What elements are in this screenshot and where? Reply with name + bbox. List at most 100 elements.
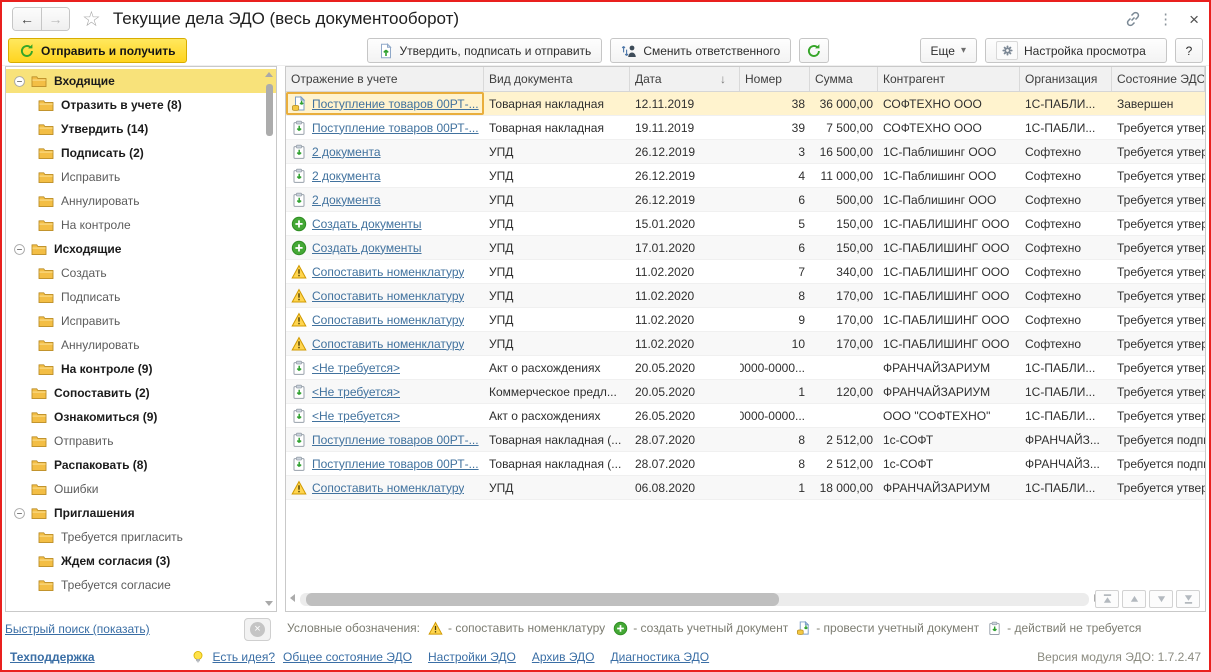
sidebar-item[interactable]: Исправить bbox=[6, 165, 276, 189]
sidebar-item[interactable]: Отправить bbox=[6, 429, 276, 453]
sidebar-item[interactable]: Исходящие bbox=[6, 237, 276, 261]
document-link[interactable]: Поступление товаров 00РТ-... bbox=[312, 433, 479, 447]
tree-scrollbar-thumb[interactable] bbox=[266, 84, 273, 136]
column-header[interactable]: Состояние ЭДО bbox=[1112, 67, 1205, 91]
table-row[interactable]: Сопоставить номенклатуруУПД11.02.2020817… bbox=[286, 284, 1205, 308]
refresh-button[interactable] bbox=[799, 38, 829, 63]
sidebar-item[interactable]: Требуется согласие bbox=[6, 573, 276, 597]
table-row[interactable]: Сопоставить номенклатуруУПД11.02.2020734… bbox=[286, 260, 1205, 284]
sidebar-item[interactable]: Сопоставить (2) bbox=[6, 381, 276, 405]
edo-state-cell: Требуется утверждение bbox=[1112, 332, 1205, 355]
change-responsible-button[interactable]: Сменить ответственного bbox=[610, 38, 791, 63]
table-row[interactable]: Создать документыУПД15.01.20205150,001С-… bbox=[286, 212, 1205, 236]
sidebar-item[interactable]: Распаковать (8) bbox=[6, 453, 276, 477]
sidebar-item[interactable]: Аннулировать bbox=[6, 189, 276, 213]
sidebar-item[interactable]: Ждем согласия (3) bbox=[6, 549, 276, 573]
quick-search-clear-button[interactable]: × bbox=[244, 618, 271, 641]
footer-link[interactable]: Диагностика ЭДО bbox=[611, 650, 710, 664]
document-link[interactable]: 2 документа bbox=[312, 169, 381, 183]
favorite-star-icon[interactable]: ☆ bbox=[82, 9, 101, 30]
table-row[interactable]: Сопоставить номенклатуруУПД11.02.2020917… bbox=[286, 308, 1205, 332]
document-link[interactable]: 2 документа bbox=[312, 193, 381, 207]
send-receive-button[interactable]: Отправить и получить bbox=[8, 38, 187, 63]
column-header[interactable]: Вид документа bbox=[484, 67, 630, 91]
document-link[interactable]: Создать документы bbox=[312, 241, 422, 255]
document-link[interactable]: Поступление товаров 00РТ-... bbox=[312, 457, 479, 471]
horizontal-scrollbar[interactable] bbox=[300, 593, 1089, 606]
table-row[interactable]: 2 документаУПД26.12.2019316 500,001С-Паб… bbox=[286, 140, 1205, 164]
sidebar-item[interactable]: Ошибки bbox=[6, 477, 276, 501]
table-row[interactable]: Поступление товаров 00РТ-...Товарная нак… bbox=[286, 452, 1205, 476]
column-header[interactable]: Отражение в учете bbox=[286, 67, 484, 91]
more-menu-icon[interactable]: ⋮ bbox=[1158, 12, 1173, 27]
sidebar-item[interactable]: На контроле (9) bbox=[6, 357, 276, 381]
document-link[interactable]: Сопоставить номенклатуру bbox=[312, 313, 464, 327]
sidebar-item[interactable]: Ознакомиться (9) bbox=[6, 405, 276, 429]
help-button[interactable]: ? bbox=[1175, 38, 1203, 63]
footer-link[interactable]: Настройки ЭДО bbox=[428, 650, 516, 664]
sidebar-item[interactable]: Приглашения bbox=[6, 501, 276, 525]
table-row[interactable]: <Не требуется>Коммерческое предл...20.05… bbox=[286, 380, 1205, 404]
sidebar-item[interactable]: Исправить bbox=[6, 309, 276, 333]
document-link[interactable]: Сопоставить номенклатуру bbox=[312, 289, 464, 303]
column-header[interactable]: Номер bbox=[740, 67, 810, 91]
column-header[interactable]: Контрагент bbox=[878, 67, 1020, 91]
scroll-left-icon[interactable] bbox=[290, 594, 295, 602]
go-up-button[interactable] bbox=[1122, 590, 1146, 608]
sidebar-item[interactable]: Подписать (2) bbox=[6, 141, 276, 165]
document-link[interactable]: 2 документа bbox=[312, 145, 381, 159]
footer-link[interactable]: Архив ЭДО bbox=[532, 650, 595, 664]
sidebar-item[interactable]: Утвердить (14) bbox=[6, 117, 276, 141]
more-button[interactable]: Еще ▾ bbox=[920, 38, 977, 63]
sidebar-item[interactable]: Отразить в учете (8) bbox=[6, 93, 276, 117]
sidebar-item[interactable]: Требуется пригласить bbox=[6, 525, 276, 549]
organization-cell: Софтехно bbox=[1020, 308, 1112, 331]
go-first-button[interactable] bbox=[1095, 590, 1119, 608]
close-icon[interactable]: × bbox=[1189, 11, 1199, 28]
idea-link[interactable]: Есть идея? bbox=[212, 650, 275, 664]
document-link[interactable]: Сопоставить номенклатуру bbox=[312, 481, 464, 495]
scroll-down-icon[interactable] bbox=[265, 601, 273, 606]
sidebar-item[interactable]: Создать bbox=[6, 261, 276, 285]
horizontal-scrollbar-thumb[interactable] bbox=[306, 593, 779, 606]
date-cell: 11.02.2020 bbox=[630, 308, 740, 331]
footer-link[interactable]: Общее состояние ЭДО bbox=[283, 650, 412, 664]
view-settings-button[interactable]: Настройка просмотра bbox=[985, 38, 1167, 63]
sidebar-item[interactable]: Входящие bbox=[6, 69, 276, 93]
sidebar-item[interactable]: Аннулировать bbox=[6, 333, 276, 357]
forward-button[interactable]: → bbox=[41, 8, 69, 30]
table-row[interactable]: Сопоставить номенклатуруУПД11.02.2020101… bbox=[286, 332, 1205, 356]
document-link[interactable]: <Не требуется> bbox=[312, 409, 400, 423]
document-link[interactable]: Сопоставить номенклатуру bbox=[312, 265, 464, 279]
table-row[interactable]: <Не требуется>Акт о расхождениях26.05.20… bbox=[286, 404, 1205, 428]
go-last-button[interactable] bbox=[1176, 590, 1200, 608]
table-row[interactable]: <Не требуется>Акт о расхождениях20.05.20… bbox=[286, 356, 1205, 380]
column-header[interactable]: Организация bbox=[1020, 67, 1112, 91]
quick-search-link[interactable]: Быстрый поиск (показать) bbox=[5, 622, 150, 636]
sidebar-item[interactable]: Подписать bbox=[6, 285, 276, 309]
back-button[interactable]: ← bbox=[13, 8, 41, 30]
table-row[interactable]: 2 документаУПД26.12.20196500,001С-Паблиш… bbox=[286, 188, 1205, 212]
document-link[interactable]: Поступление товаров 00РТ-... bbox=[312, 121, 479, 135]
approve-sign-send-button[interactable]: Утвердить, подписать и отправить bbox=[367, 38, 603, 63]
table-row[interactable]: Сопоставить номенклатуруУПД06.08.2020118… bbox=[286, 476, 1205, 500]
scroll-up-icon[interactable] bbox=[265, 72, 273, 77]
column-header[interactable]: Сумма bbox=[810, 67, 878, 91]
document-link[interactable]: Создать документы bbox=[312, 217, 422, 231]
column-header[interactable]: Дата↓ bbox=[630, 67, 740, 91]
table-body: Поступление товаров 00РТ-...Товарная нак… bbox=[286, 92, 1205, 611]
table-row[interactable]: Поступление товаров 00РТ-...Товарная нак… bbox=[286, 92, 1205, 116]
sidebar-item[interactable]: На контроле bbox=[6, 213, 276, 237]
tree-scrollbar[interactable] bbox=[265, 70, 274, 608]
copy-link-icon[interactable] bbox=[1124, 10, 1142, 28]
go-down-button[interactable] bbox=[1149, 590, 1173, 608]
tech-support-link[interactable]: Техподдержка bbox=[10, 650, 95, 664]
document-link[interactable]: <Не требуется> bbox=[312, 385, 400, 399]
document-link[interactable]: Поступление товаров 00РТ-... bbox=[312, 97, 479, 111]
document-link[interactable]: <Не требуется> bbox=[312, 361, 400, 375]
table-row[interactable]: Поступление товаров 00РТ-...Товарная нак… bbox=[286, 428, 1205, 452]
document-link[interactable]: Сопоставить номенклатуру bbox=[312, 337, 464, 351]
table-row[interactable]: Создать документыУПД17.01.20206150,001С-… bbox=[286, 236, 1205, 260]
table-row[interactable]: 2 документаУПД26.12.2019411 000,001С-Паб… bbox=[286, 164, 1205, 188]
table-row[interactable]: Поступление товаров 00РТ-...Товарная нак… bbox=[286, 116, 1205, 140]
